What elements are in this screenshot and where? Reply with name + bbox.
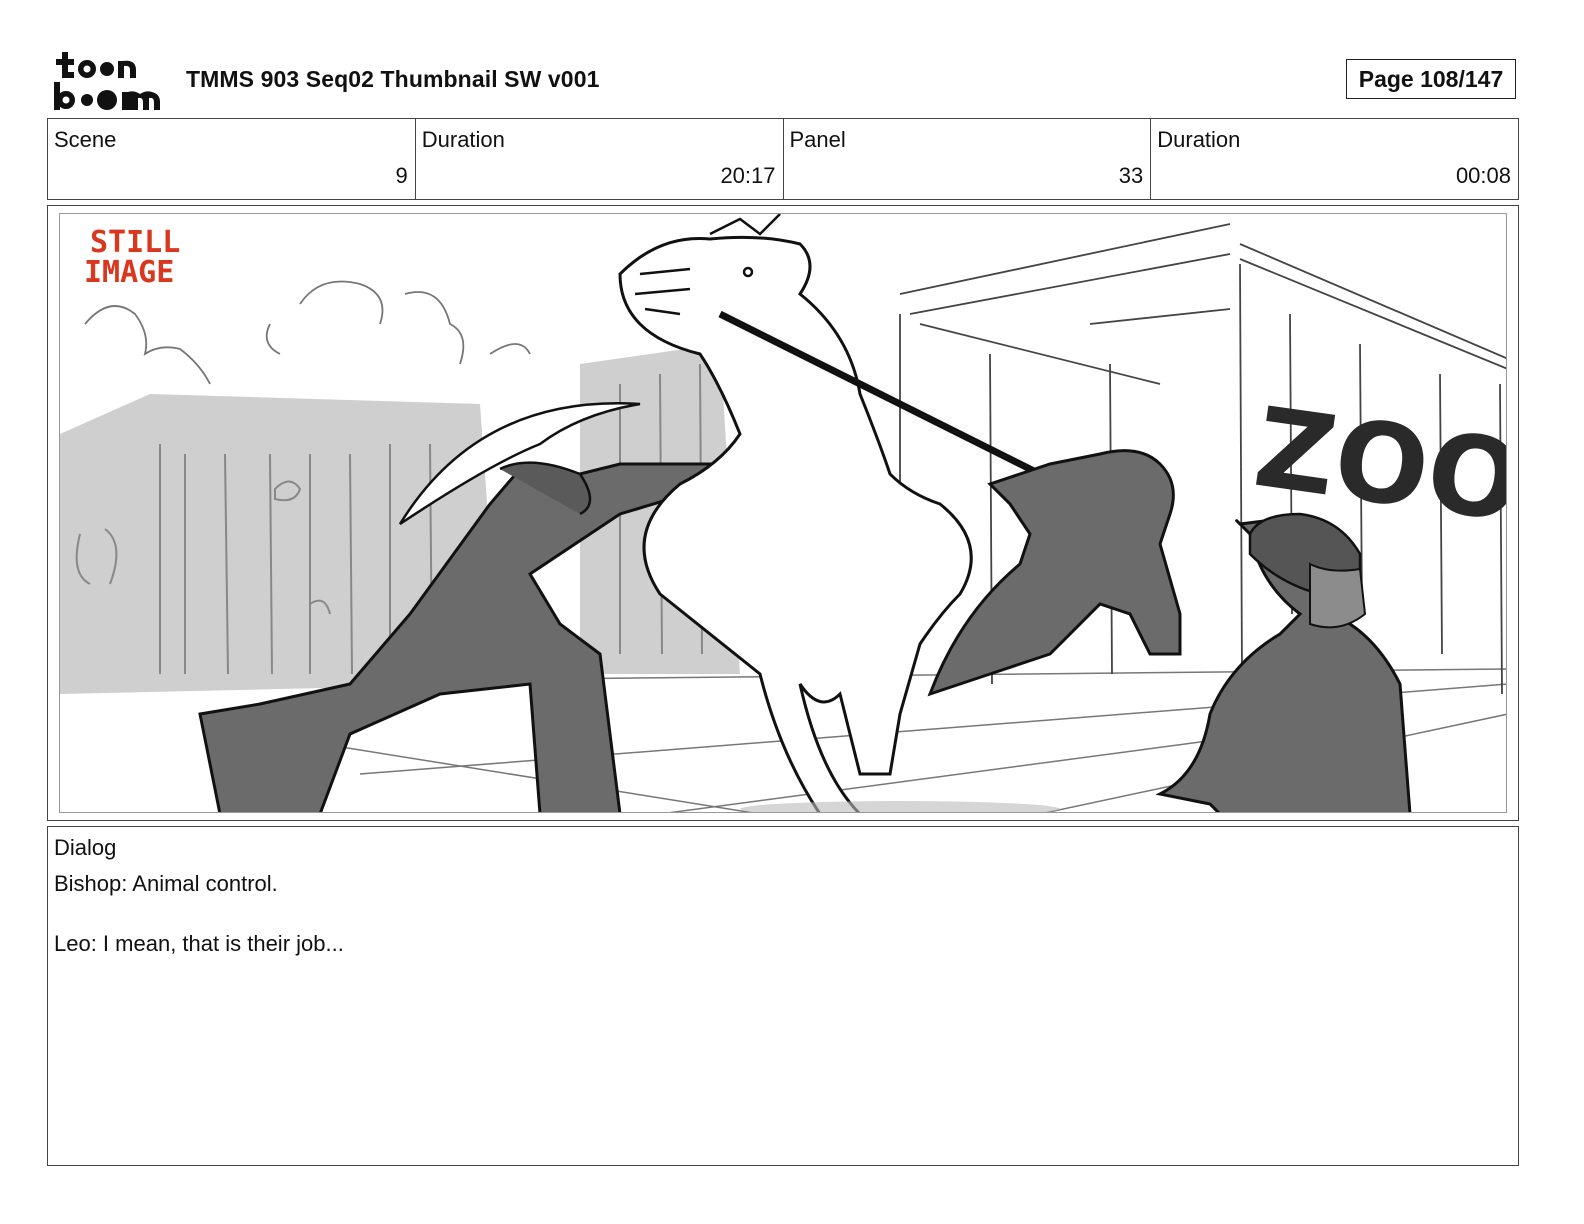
storyboard-panel: ZOO STILL IMAGE <box>47 205 1519 821</box>
scene-duration-value: 20:17 <box>720 163 776 188</box>
panel-duration-cell: Duration 00:08 <box>1151 119 1518 199</box>
dialog-label: Dialog <box>54 835 117 860</box>
info-row: Scene 9 Duration 20:17 Panel 33 Duration… <box>47 118 1519 200</box>
scene-duration-label: Duration <box>421 127 505 152</box>
panel-value: 33 <box>1118 163 1144 188</box>
panel-cell: Panel 33 <box>784 119 1152 199</box>
toonboom-logo <box>52 50 164 112</box>
dialog-line: Leo: I mean, that is their job... <box>54 931 344 956</box>
dialog-box: Dialog Bishop: Animal control. Leo: I me… <box>47 826 1519 1166</box>
scene-duration-cell: Duration 20:17 <box>416 119 784 199</box>
trees-sketch <box>84 280 531 385</box>
horse-sketch <box>618 214 973 812</box>
foreground-figure <box>1155 512 1412 812</box>
still-stamp-line2: IMAGE <box>84 255 174 290</box>
scene-cell: Scene 9 <box>48 119 416 199</box>
page-indicator: Page 108/147 <box>1346 59 1516 99</box>
scene-value: 9 <box>395 163 408 188</box>
panel-duration-label: Duration <box>1157 127 1241 152</box>
panel-label: Panel <box>789 127 846 152</box>
panel-drawing: ZOO STILL IMAGE <box>59 213 1507 813</box>
dialog-line: Bishop: Animal control. <box>54 871 278 896</box>
panel-duration-value: 00:08 <box>1455 163 1511 188</box>
scene-label: Scene <box>54 127 117 152</box>
document-title: TMMS 903 Seq02 Thumbnail SW v001 <box>186 66 600 92</box>
ground-shadow <box>740 801 1060 812</box>
